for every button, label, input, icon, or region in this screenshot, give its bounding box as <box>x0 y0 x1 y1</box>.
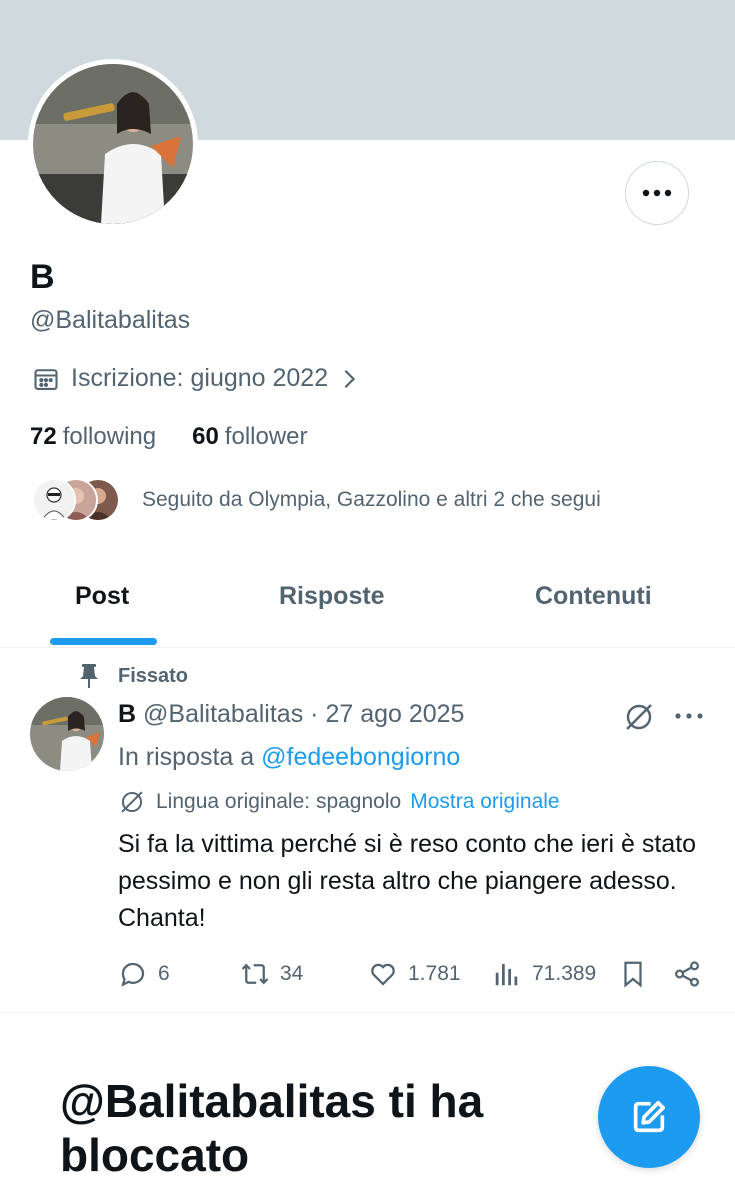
followed-by-row[interactable]: Seguito da Olympia, Gazzolino e altri 2 … <box>32 478 601 522</box>
more-options-button[interactable] <box>625 161 689 225</box>
reply-button[interactable]: 6 <box>118 954 170 994</box>
view-count: 71.389 <box>532 962 597 985</box>
compose-button[interactable] <box>598 1066 700 1168</box>
tab-risposte[interactable]: Risposte <box>279 582 385 611</box>
tweet-more-icon[interactable] <box>672 705 706 727</box>
following-label: following <box>62 423 157 450</box>
translation-note: Lingua originale: spagnolo <box>156 790 402 813</box>
profile-tabs: Post Risposte Contenuti <box>0 570 735 648</box>
followers-link[interactable]: 60 follower <box>192 423 307 451</box>
join-date-text: Iscrizione: giugno 2022 <box>71 364 329 392</box>
repost-count: 34 <box>280 962 304 985</box>
repost-icon <box>241 963 269 985</box>
repost-button[interactable]: 34 <box>240 954 303 994</box>
followed-by-text: Seguito da Olympia, Gazzolino e altri 2 … <box>142 488 601 511</box>
join-date-link[interactable]: Iscrizione: giugno 2022 <box>32 364 360 393</box>
more-horizontal-icon <box>642 189 672 197</box>
followers-you-know-avatars <box>32 478 122 522</box>
profile-handle: @Balitabalitas <box>30 306 191 334</box>
grok-icon <box>121 791 143 813</box>
tab-contenuti[interactable]: Contenuti <box>535 582 652 611</box>
avatar <box>32 478 76 522</box>
tweet-header: B @Balitabalitas · 27 ago 2025 <box>118 700 464 729</box>
views-chart-icon <box>495 964 518 986</box>
chevron-right-icon <box>344 369 356 388</box>
profile-display-name: B <box>30 258 55 296</box>
reply-icon <box>121 962 145 987</box>
tab-post[interactable]: Post <box>75 582 129 611</box>
views-button[interactable]: 71.389 <box>492 954 596 994</box>
following-link[interactable]: 72 following <box>30 423 156 451</box>
tweet-actions: 6 34 1.781 71.389 <box>118 954 708 994</box>
pin-icon <box>80 664 98 688</box>
reply-prefix: In risposta a <box>118 743 255 771</box>
pinned-label-row: Fissato <box>78 663 188 689</box>
like-count: 1.781 <box>408 962 461 985</box>
follow-counts: 72 following 60 follower <box>30 423 308 451</box>
blocked-notice: @Balitabalitas ti ha bloccato <box>60 1075 484 1181</box>
following-count: 72 <box>30 423 57 450</box>
tweet-date[interactable]: 27 ago 2025 <box>325 700 464 728</box>
profile-avatar[interactable] <box>28 59 198 229</box>
show-original-link[interactable]: Mostra originale <box>410 790 559 814</box>
tweet-text: Si fa la vittima perché si è reso conto … <box>118 830 697 932</box>
translation-row: Lingua originale: spagnolo Mostra origin… <box>118 788 560 816</box>
active-tab-indicator <box>50 638 157 645</box>
grok-icon[interactable] <box>622 700 656 734</box>
section-divider <box>0 1012 735 1013</box>
bookmark-icon <box>624 961 642 988</box>
reply-count: 6 <box>158 962 170 985</box>
follower-label: follower <box>224 423 308 450</box>
like-button[interactable]: 1.781 <box>368 954 461 994</box>
tweet-author-avatar[interactable] <box>30 697 104 771</box>
reply-mention-link[interactable]: @fedeebongiorno <box>261 743 460 771</box>
tweet-separator: · <box>310 700 319 728</box>
reply-context: In risposta a @fedeebongiorno <box>118 743 460 772</box>
share-button[interactable] <box>672 954 712 994</box>
tweet-author-handle[interactable]: @Balitabalitas <box>143 700 303 728</box>
share-icon <box>674 961 700 987</box>
compose-icon <box>633 1101 665 1133</box>
pinned-label: Fissato <box>118 664 189 687</box>
bookmark-button[interactable] <box>618 954 658 994</box>
follower-count: 60 <box>192 423 219 450</box>
tweet-author-name[interactable]: B <box>118 700 136 728</box>
heart-icon <box>371 963 395 986</box>
calendar-icon <box>34 368 58 390</box>
